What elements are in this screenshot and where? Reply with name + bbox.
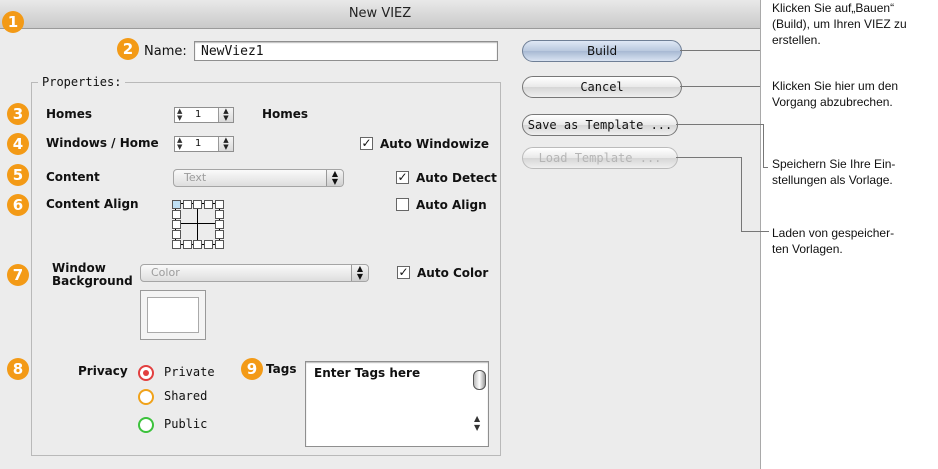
annotation-cancel: Klicken Sie hier um den Vorgang abzubrec… [772,78,898,110]
windows-stepper[interactable]: ▲ ▼ 1 ▲ ▼ [174,136,234,152]
align-handle[interactable] [183,200,192,209]
annotation-save-line: Speichern Sie Ihre Ein- [772,157,896,171]
annotation-cancel-line: Klicken Sie hier um den [772,79,899,93]
align-handle[interactable] [215,220,224,229]
radio-public[interactable] [138,417,154,433]
content-label: Content [46,170,100,184]
stepper-arrows-icon[interactable]: ▲ ▼ [177,137,182,151]
annotation-build-line: erstellen. [772,33,821,47]
tags-text: Enter Tags here [314,366,421,380]
cancel-button[interactable]: Cancel [522,76,682,98]
radio-public-label: Public [164,417,208,431]
marker-3: 3 [7,103,29,125]
annotation-build-line: Klicken Sie auf„Bauen“ [772,1,895,15]
annotation-cancel-line: Vorgang abzubrechen. [772,95,893,109]
callout-line-build [680,50,760,51]
scroll-thumb[interactable] [473,370,486,390]
tags-label: Tags [266,362,297,376]
windows-value: 1 [195,138,202,149]
annotation-load-line: ten Vorlagen. [772,242,843,256]
scroll-arrows-icon[interactable]: ▲ ▼ [474,414,480,432]
window-background-label-1: Window [52,261,106,275]
homes-stepper[interactable]: ▲ ▼ 1 ▲ ▼ [174,107,234,123]
auto-align-checkbox[interactable] [396,198,409,211]
auto-windowize-label: Auto Windowize [380,137,490,151]
auto-detect-label: Auto Detect [416,171,497,185]
homes-label: Homes [46,107,93,121]
align-handle[interactable] [183,240,192,249]
radio-shared[interactable] [138,389,154,405]
radio-private[interactable] [138,365,154,381]
color-well[interactable] [140,290,206,340]
marker-4: 4 [7,133,29,155]
radio-shared-label: Shared [164,389,208,403]
annotation-load-line: Laden von gespeicher- [772,226,895,240]
align-handle-top-left[interactable] [172,200,181,209]
auto-windowize-checkbox[interactable]: ✓ [360,137,373,150]
window-title: New VIEZ [348,6,412,21]
tags-textarea[interactable]: Enter Tags here ▲ ▼ [305,361,489,447]
align-handle[interactable] [172,220,181,229]
content-align-label: Content Align [46,197,139,211]
align-handle[interactable] [193,200,202,209]
alignment-grid[interactable] [172,200,224,249]
callout-line-load-end [741,231,769,232]
stepper-dropdown-icon[interactable]: ▲ ▼ [218,108,233,122]
callout-line-load-v [741,157,742,232]
tags-scrollbar[interactable]: ▲ ▼ [473,366,486,442]
annotation-save-line: stellungen als Vorlage. [772,173,893,187]
content-select[interactable]: Text ▲ ▼ [173,169,344,187]
align-handle[interactable] [172,240,181,249]
marker-5: 5 [7,164,29,186]
save-template-button[interactable]: Save as Template ... [522,114,678,136]
align-handle[interactable] [204,240,213,249]
align-handle[interactable] [193,240,202,249]
auto-color-checkbox[interactable]: ✓ [397,266,410,279]
homes-value: 1 [195,109,202,120]
load-template-button[interactable]: Load Template ... [522,147,678,169]
marker-6: 6 [7,194,29,216]
select-arrows-icon: ▲ ▼ [326,170,343,186]
align-handle[interactable] [215,210,224,219]
auto-color-label: Auto Color [417,266,489,280]
callout-line-save-end [763,167,768,168]
homes-unit: Homes [262,107,309,121]
callout-line-cancel [680,86,760,87]
align-handle[interactable] [172,210,181,219]
align-handle[interactable] [215,240,224,249]
name-label: Name: [144,44,187,59]
properties-legend: Properties: [38,75,126,89]
background-select[interactable]: Color ▲ ▼ [140,264,369,282]
annotation-build-line: (Build), um Ihren VIEZ zu [772,17,907,31]
callout-line-save-v [763,124,764,168]
stepper-arrows-icon[interactable]: ▲ ▼ [177,108,182,122]
color-swatch [147,297,199,333]
background-select-value: Color [151,266,180,279]
stepper-dropdown-icon[interactable]: ▲ ▼ [218,137,233,151]
align-handle[interactable] [204,200,213,209]
auto-align-label: Auto Align [416,198,487,212]
auto-detect-checkbox[interactable]: ✓ [396,171,409,184]
align-handle[interactable] [215,230,224,239]
callout-line-load [676,157,742,158]
align-handle[interactable] [172,230,181,239]
marker-2: 2 [117,38,139,60]
annotation-build: Klicken Sie auf„Bauen“ (Build), um Ihren… [772,0,907,48]
name-input[interactable]: NewViez1 [194,41,498,61]
align-handle[interactable] [215,200,224,209]
window-background-label-2: Background [52,274,133,288]
build-button[interactable]: Build [522,40,682,62]
annotation-load: Laden von gespeicher- ten Vorlagen. [772,225,894,257]
select-arrows-icon: ▲ ▼ [351,265,368,281]
radio-private-label: Private [164,365,215,379]
marker-7: 7 [7,264,29,286]
callout-line-save [676,124,764,125]
annotation-save: Speichern Sie Ihre Ein- stellungen als V… [772,156,895,188]
marker-8: 8 [7,358,29,380]
privacy-label: Privacy [78,364,128,378]
windows-label: Windows / Home [46,136,159,150]
content-select-value: Text [184,171,207,184]
marker-1: 1 [2,11,24,33]
